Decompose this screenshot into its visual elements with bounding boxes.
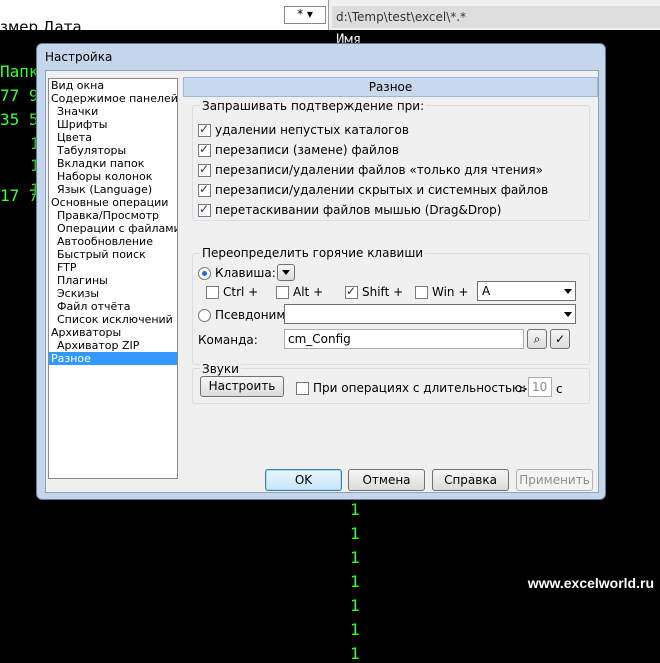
ctrl-checkbox[interactable]: Ctrl + [206, 285, 258, 299]
file-row-text: 1 [350, 644, 360, 663]
panel-title: Разное [183, 77, 598, 97]
apply-command-button[interactable]: ✓ [550, 329, 570, 349]
radio-on-icon [198, 266, 211, 280]
search-icon: ⌕ [533, 332, 541, 346]
dialog-title: Настройка [45, 50, 113, 64]
duration-checkbox[interactable]: При операциях с длительностью: [296, 381, 526, 395]
ok-button[interactable]: OK [265, 469, 342, 491]
win-checkbox[interactable]: Win + [415, 285, 468, 299]
chevron-down-icon [564, 289, 572, 294]
command-input[interactable]: cm_Config [284, 329, 524, 349]
hotkeys-group-title: Переопределить горячие клавиши [200, 246, 426, 260]
search-command-button[interactable]: ⌕ [527, 329, 547, 349]
tree-item[interactable]: Содержимое панелей [49, 92, 177, 105]
watermark: www.excelworld.ru [527, 575, 654, 591]
shift-checkbox[interactable]: Shift + [345, 284, 403, 299]
confirm-checkbox[interactable]: перезаписи (замене) файлов [198, 142, 399, 157]
tree-item[interactable]: Вид окна [49, 79, 177, 92]
tree-item[interactable]: Цвета [49, 131, 177, 144]
duration-input[interactable]: 10 [528, 377, 552, 397]
file-size-text: 17 7 [0, 186, 39, 205]
chevron-down-icon [282, 270, 290, 275]
sounds-group-title: Звуки [200, 362, 241, 376]
tree-item[interactable]: Архиваторы [49, 326, 177, 339]
checkmark-icon [198, 202, 211, 217]
greater-than-label: > [518, 382, 529, 396]
tree-item[interactable]: FTP [49, 261, 177, 274]
tree-item[interactable]: Вкладки папок [49, 157, 177, 170]
checkmark-icon [345, 284, 358, 299]
left-panel-header: змер Дата * ▾ [0, 0, 329, 36]
file-row-text: 1 [350, 524, 360, 543]
key-radio[interactable]: Клавиша: [198, 266, 276, 280]
key-combo[interactable]: A [477, 281, 576, 301]
confirm-checkbox[interactable]: перезаписи/удалении файлов «только для ч… [198, 162, 543, 177]
settings-dialog: Настройка Вид окна Содержимое панелей Знач… [36, 43, 606, 500]
file-size-text: 77 9 [0, 86, 39, 105]
command-label: Команда: [198, 333, 258, 347]
checkmark-icon [198, 142, 211, 157]
apply-button[interactable]: Применить [516, 469, 593, 491]
dialog-client: Вид окна Содержимое панелей Значки Шрифты Цв… [45, 70, 599, 493]
confirm-checkbox[interactable]: перезаписи/удалении скрытых и системных … [198, 182, 548, 197]
right-panel-path[interactable]: d:\Temp\test\excel\*.* [332, 6, 660, 28]
checkmark-icon [198, 162, 211, 177]
seconds-unit-label: с [556, 382, 563, 396]
alias-combo[interactable] [284, 304, 576, 324]
tree-item[interactable]: Шрифты [49, 118, 177, 131]
cancel-button[interactable]: Отмена [348, 469, 425, 491]
tree-item[interactable]: Значки [49, 105, 177, 118]
tree-item[interactable]: Эскизы [49, 287, 177, 300]
tree-item[interactable]: Табуляторы [49, 144, 177, 157]
alias-radio[interactable]: Псевдоним: [198, 308, 289, 322]
alt-checkbox[interactable]: Alt + [276, 285, 323, 299]
help-button[interactable]: Справка [432, 469, 509, 491]
file-row-text: 1 [350, 548, 360, 567]
tree-item[interactable]: Основные операции [49, 196, 177, 209]
tree-item[interactable]: Правка/Просмотр [49, 209, 177, 222]
confirm-group-title: Запрашивать подтверждение при: [200, 99, 427, 113]
checkmark-icon [198, 122, 211, 137]
file-row-text: 1 [350, 620, 360, 639]
file-size-text: Папк [0, 62, 39, 81]
tree-item[interactable]: Архиватор ZIP [49, 339, 177, 352]
key-dropdown-button[interactable] [277, 264, 295, 281]
confirm-checkbox[interactable]: перетаскивании файлов мышью (Drag&Drop) [198, 202, 501, 217]
tree-item[interactable]: Быстрый поиск [49, 248, 177, 261]
file-row-text: 1 [350, 500, 360, 519]
file-row-text: 1 [350, 572, 360, 591]
file-size-text: 35 5 [0, 110, 39, 129]
configure-sounds-button[interactable]: Настроить [200, 376, 284, 397]
confirm-checkbox[interactable]: удалении непустых каталогов [198, 122, 409, 137]
tree-item[interactable]: Плагины [49, 274, 177, 287]
left-column-headers: змер Дата [0, 18, 82, 36]
tree-item[interactable]: Список исключений [49, 313, 177, 326]
settings-tree[interactable]: Вид окна Содержимое панелей Значки Шрифты Цв… [48, 78, 178, 479]
tree-item[interactable]: Файл отчёта [49, 300, 177, 313]
chevron-down-icon [564, 312, 572, 317]
filter-combo[interactable]: * ▾ [284, 6, 326, 24]
tree-item[interactable]: Автообновление [49, 235, 177, 248]
check-icon: ✓ [554, 332, 566, 346]
tree-item[interactable]: Наборы колонок [49, 170, 177, 183]
tree-item[interactable]: Язык (Language) [49, 183, 177, 196]
tree-item[interactable]: Разное [49, 352, 177, 365]
checkmark-icon [198, 182, 211, 197]
tree-item[interactable]: Операции с файлами [49, 222, 177, 235]
background-toolbar: змер Дата * ▾ d:\Temp\test\excel\*.* [0, 0, 660, 36]
